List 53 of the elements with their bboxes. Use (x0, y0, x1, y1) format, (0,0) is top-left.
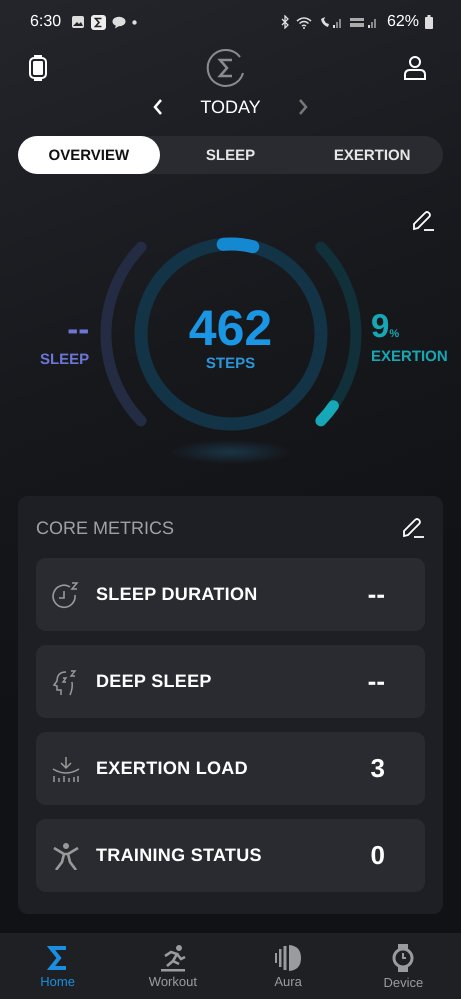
app-notification-icon (91, 14, 106, 30)
metric-label: TRAINING STATUS (96, 845, 263, 866)
tab[interactable]: EXERTION (301, 136, 444, 174)
nav-item[interactable]: Home (12, 942, 103, 990)
runner-icon (158, 944, 187, 972)
exertion-label: EXERTION (371, 348, 448, 365)
date-label: TODAY (200, 96, 261, 118)
aura-icon (274, 944, 302, 972)
nav-item[interactable]: Aura (243, 942, 334, 990)
dot-icon (132, 20, 138, 24)
lte-signal-icon (348, 16, 379, 28)
steps-label: STEPS (206, 354, 256, 372)
steps-value: 462 (188, 302, 272, 354)
metric-row[interactable]: EXERTION LOAD 3 (36, 732, 425, 805)
metric-value: -- (368, 579, 385, 610)
logo-icon (204, 47, 246, 89)
battery-icon (425, 15, 433, 29)
card-title: CORE METRICS (36, 518, 174, 538)
battery-percent: 62% (386, 13, 419, 31)
edit-icon[interactable] (411, 210, 435, 232)
bluetooth-icon (280, 15, 290, 29)
wifi-icon (296, 16, 313, 28)
tab[interactable]: SLEEP (160, 136, 302, 174)
metric-value: -- (368, 666, 385, 697)
steps-ring-fill (216, 238, 260, 254)
watch-icon[interactable] (28, 54, 48, 82)
nav-item[interactable]: Device (358, 942, 448, 990)
previous-day-button[interactable] (152, 98, 164, 116)
edit-icon[interactable] (401, 517, 425, 539)
sleep-label: SLEEP (40, 351, 90, 368)
profile-icon[interactable] (403, 55, 427, 81)
status-time: 6:30 (30, 13, 62, 31)
gallery-icon (71, 15, 86, 29)
metric-row[interactable]: TRAINING STATUS 0 (36, 819, 425, 892)
metric-row[interactable]: DEEP SLEEP -- (36, 645, 425, 718)
next-day-button[interactable] (296, 98, 309, 116)
metric-label: SLEEP DURATION (96, 584, 259, 605)
tab[interactable]: OVERVIEW (18, 136, 160, 174)
load-icon (52, 754, 80, 782)
metric-value: 3 (370, 753, 385, 784)
exertion-ring-fill (315, 400, 339, 426)
metric-label: EXERTION LOAD (96, 758, 249, 779)
clock-sleep-icon (52, 580, 80, 608)
exertion-value: 9% (371, 309, 400, 342)
watch-icon (391, 942, 416, 972)
chat-icon (112, 16, 126, 28)
person-icon (52, 842, 80, 870)
nav-item[interactable]: Workout (128, 942, 218, 990)
metric-value: 0 (370, 840, 385, 871)
sleep-value: -- (67, 312, 90, 345)
metric-row[interactable]: SLEEP DURATION -- (36, 558, 425, 631)
signal-icon (318, 16, 343, 28)
metric-label: DEEP SLEEP (96, 671, 213, 692)
